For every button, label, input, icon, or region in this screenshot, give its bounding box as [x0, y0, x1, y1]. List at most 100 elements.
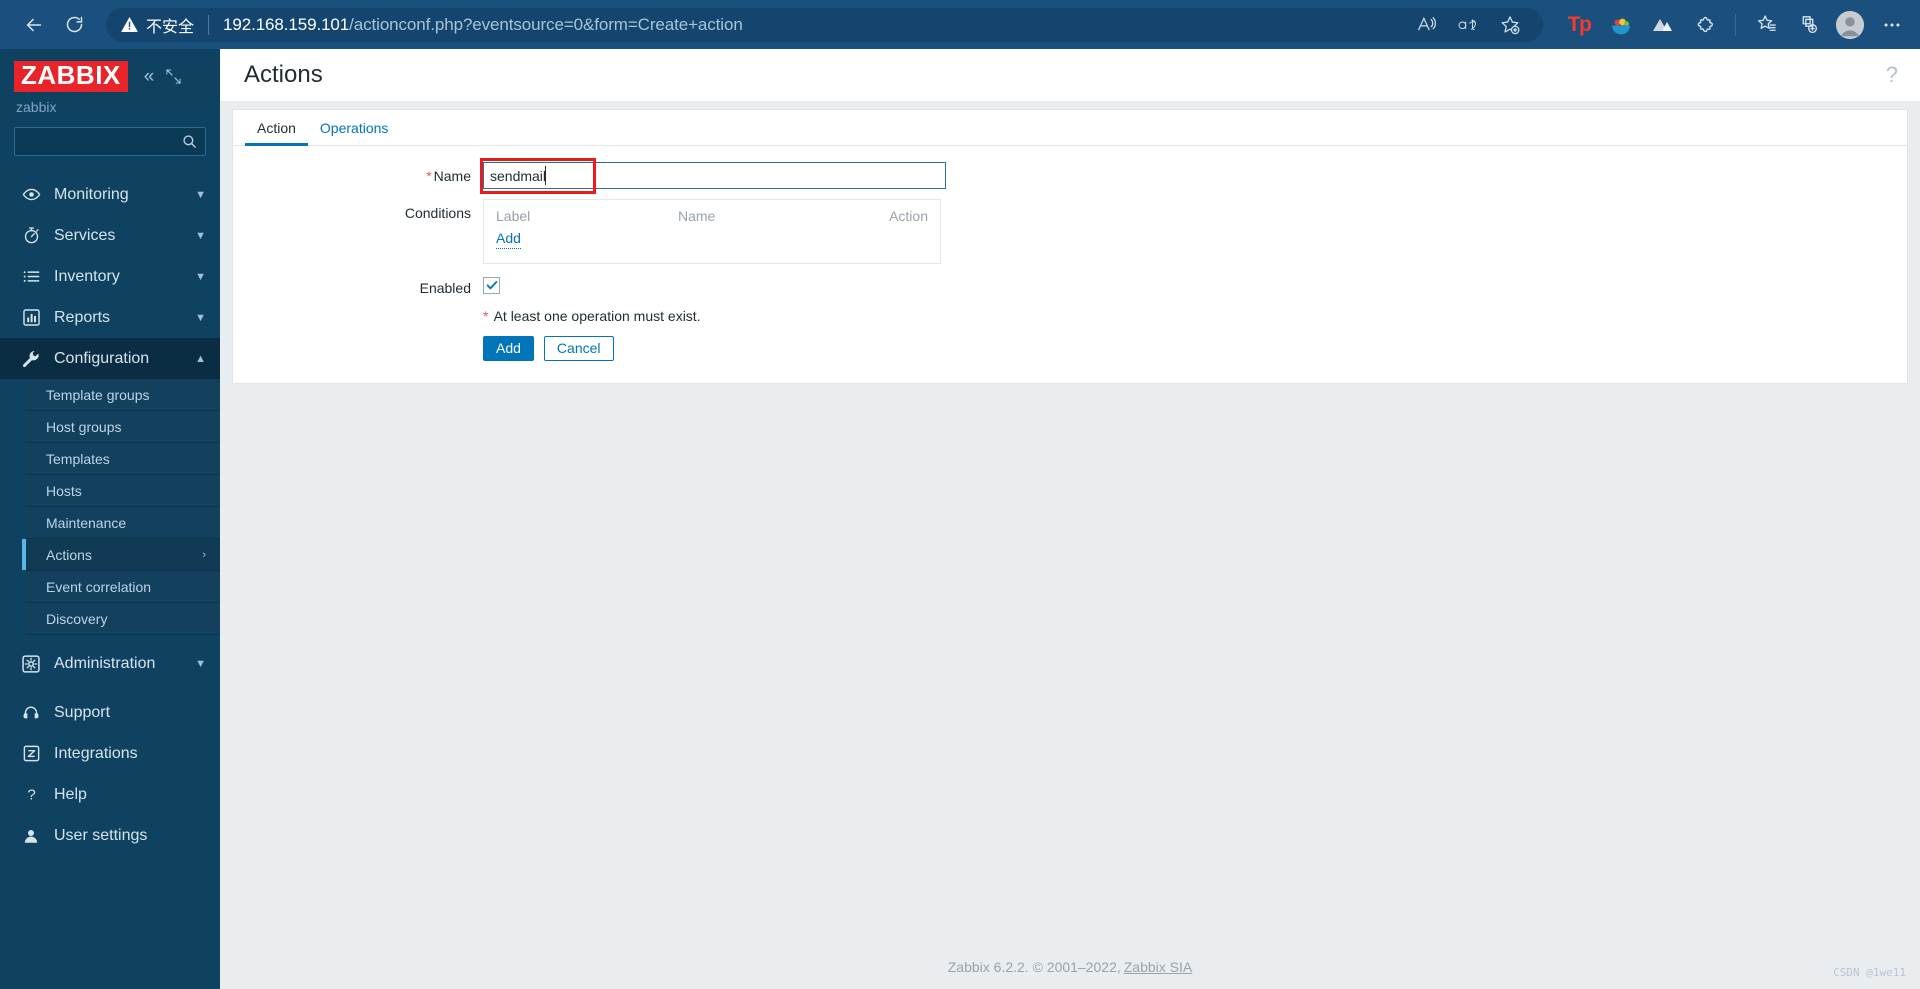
read-aloud-icon[interactable] — [1407, 8, 1445, 42]
enabled-checkbox[interactable] — [483, 276, 500, 294]
server-name: zabbix — [16, 99, 57, 116]
submenu-label: Templates — [46, 450, 110, 467]
required-mark: * — [483, 307, 489, 324]
submenu-label: Maintenance — [46, 514, 127, 531]
svg-text:?: ? — [27, 787, 35, 804]
sidebar-item-hosts[interactable]: Hosts — [26, 475, 220, 508]
translate-icon[interactable] — [1449, 8, 1487, 42]
settings-more-icon[interactable] — [1874, 7, 1910, 43]
sidebar-item-administration[interactable]: Administration ▼ — [0, 643, 220, 684]
footer-copyright: Zabbix 6.2.2. © 2001–2022, — [947, 959, 1121, 975]
sidebar-item-host-groups[interactable]: Host groups — [26, 411, 220, 444]
bar-chart-icon — [18, 308, 44, 327]
sidebar-header: ZABBIX « — [0, 49, 220, 93]
collections-icon[interactable] — [1790, 7, 1826, 43]
submenu-label: Template groups — [46, 386, 150, 403]
sidebar-item-maintenance[interactable]: Maintenance — [26, 507, 220, 540]
sidebar-item-label: Inventory — [54, 267, 120, 285]
name-label-text: Name — [433, 168, 471, 184]
user-icon — [18, 827, 44, 845]
fruit-bowl-extension-icon[interactable] — [1603, 7, 1639, 43]
chevron-down-icon: ▼ — [195, 657, 206, 670]
sidebar-item-support[interactable]: Support — [0, 692, 220, 733]
site-security-indicator[interactable]: 不安全 — [120, 13, 194, 37]
collapse-sidebar-icon[interactable]: « — [144, 67, 155, 86]
zabbix-sia-link[interactable]: Zabbix SIA — [1124, 959, 1192, 975]
favorites-icon[interactable] — [1748, 7, 1784, 43]
error-spacer — [233, 306, 483, 324]
search-icon[interactable] — [182, 134, 197, 149]
hide-sidebar-icon[interactable] — [166, 69, 182, 84]
search-input[interactable] — [23, 134, 182, 150]
sidebar-item-help[interactable]: ? Help — [0, 774, 220, 815]
reload-button[interactable] — [54, 5, 94, 45]
tab-operations[interactable]: Operations — [308, 120, 400, 145]
url-text[interactable]: 192.168.159.101/actionconf.php?eventsour… — [223, 15, 743, 35]
add-favorite-icon[interactable] — [1491, 8, 1529, 42]
sidebar-item-user-settings[interactable]: User settings — [0, 815, 220, 856]
sidebar-item-event-correlation[interactable]: Event correlation — [26, 571, 220, 604]
name-field-wrapper — [480, 158, 946, 194]
action-form-card: Action Operations *Name Conditions — [232, 109, 1908, 384]
url-host: 192.168.159.101 — [223, 14, 350, 34]
sidebar-item-integrations[interactable]: Integrations — [0, 733, 220, 774]
chevron-down-icon: ▼ — [195, 188, 206, 201]
chevron-down-icon: ▼ — [195, 229, 206, 242]
help-icon[interactable]: ? — [1886, 62, 1898, 88]
sidebar-item-actions[interactable]: Actions › — [22, 539, 220, 572]
chevron-down-icon: ▼ — [195, 311, 206, 324]
eye-icon — [18, 185, 44, 204]
mountain-extension-icon[interactable] — [1645, 7, 1681, 43]
error-message-row: * At least one operation must exist. — [233, 306, 1907, 324]
conditions-label: Conditions — [404, 205, 471, 221]
add-button[interactable]: Add — [483, 335, 534, 361]
name-input[interactable] — [483, 162, 946, 189]
stopwatch-icon — [18, 226, 44, 245]
security-label: 不安全 — [146, 18, 195, 36]
add-condition-link[interactable]: Add — [496, 230, 521, 249]
sidebar-item-label: Monitoring — [54, 185, 129, 203]
omnibox-actions — [1407, 8, 1529, 42]
url-path: /actionconf.php?eventsource=0&form=Creat… — [349, 14, 743, 34]
back-button[interactable] — [14, 5, 54, 45]
sidebar-item-reports[interactable]: Reports ▼ — [0, 297, 220, 338]
error-message: * At least one operation must exist. — [483, 306, 701, 324]
conditions-table-header: Label Name Action — [484, 200, 940, 228]
configuration-submenu: Template groups Host groups Templates Ho… — [0, 379, 220, 636]
chevron-up-icon: ▲ — [195, 352, 206, 365]
page-header: Actions ? — [220, 49, 1920, 101]
cancel-button[interactable]: Cancel — [543, 335, 614, 361]
headset-icon — [18, 704, 44, 722]
error-message-text: At least one operation must exist. — [493, 307, 701, 324]
chevron-right-icon: › — [202, 548, 206, 561]
conditions-table: Label Name Action Add — [483, 199, 941, 264]
sidebar-item-label: Integrations — [54, 744, 138, 762]
zabbix-logo[interactable]: ZABBIX — [14, 61, 128, 93]
sidebar-item-inventory[interactable]: Inventory ▼ — [0, 256, 220, 297]
tab-action[interactable]: Action — [245, 120, 308, 146]
address-bar[interactable]: 不安全 192.168.159.101/actionconf.php?event… — [106, 7, 1543, 42]
enabled-label: Enabled — [419, 279, 471, 296]
sidebar-item-label: Help — [54, 785, 87, 803]
puzzle-extensions-icon[interactable] — [1687, 7, 1723, 43]
sidebar-item-label: Reports — [54, 308, 111, 326]
action-form: *Name Conditions Label Name — [233, 146, 1907, 383]
submenu-label: Discovery — [46, 610, 108, 627]
sidebar: ZABBIX « zabbix Monitoring ▼ Services ▼ … — [0, 49, 220, 989]
sidebar-item-templates[interactable]: Templates — [26, 443, 220, 476]
gear-icon — [18, 654, 44, 674]
search-box[interactable] — [14, 127, 206, 157]
profile-avatar[interactable] — [1832, 7, 1868, 43]
sidebar-item-monitoring[interactable]: Monitoring ▼ — [0, 174, 220, 215]
browser-toolbar: 不安全 192.168.159.101/actionconf.php?event… — [0, 0, 1920, 49]
sidebar-item-services[interactable]: Services ▼ — [0, 215, 220, 256]
warning-triangle-icon — [121, 17, 138, 32]
tp-extension-icon[interactable]: Tp — [1561, 7, 1597, 43]
sidebar-item-configuration[interactable]: Configuration ▲ — [0, 338, 220, 380]
z-square-icon — [18, 744, 44, 763]
watermark: CSDN @1we11 — [1833, 966, 1906, 979]
sidebar-item-discovery[interactable]: Discovery — [26, 603, 220, 636]
sidebar-item-template-groups[interactable]: Template groups — [26, 379, 220, 412]
question-icon: ? — [18, 785, 44, 804]
name-label: * Name — [233, 162, 483, 184]
